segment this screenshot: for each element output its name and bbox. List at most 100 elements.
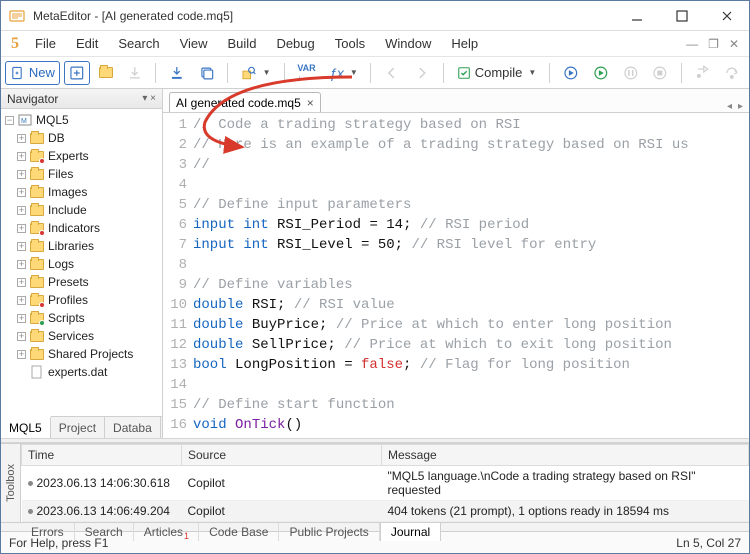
debug-stop-button[interactable] xyxy=(647,61,673,85)
save-icon xyxy=(127,65,143,81)
tree-item-label: Profiles xyxy=(48,293,88,307)
tree-item[interactable]: experts.dat xyxy=(1,363,162,381)
col-source[interactable]: Source xyxy=(182,445,382,466)
tree-item[interactable]: +Shared Projects xyxy=(1,345,162,363)
open-button[interactable] xyxy=(94,61,118,85)
tab-errors[interactable]: Errors xyxy=(21,523,75,541)
nav-tab-databa[interactable]: Databa xyxy=(105,417,161,438)
tab-codebase[interactable]: Code Base xyxy=(199,523,279,541)
download-icon xyxy=(169,65,185,81)
menu-file[interactable]: File xyxy=(25,31,66,56)
tree-item[interactable]: +Profiles xyxy=(1,291,162,309)
menu-tools[interactable]: Tools xyxy=(325,31,375,56)
tab-journal[interactable]: Journal xyxy=(380,522,441,541)
tree-item-label: Services xyxy=(48,329,94,343)
debug-pause-button[interactable] xyxy=(618,61,644,85)
step-into-button[interactable] xyxy=(690,61,716,85)
tab-search[interactable]: Search xyxy=(75,523,134,541)
chevron-down-icon: ▼ xyxy=(263,68,271,77)
close-tab-icon[interactable]: × xyxy=(307,96,314,110)
minimize-button[interactable] xyxy=(614,1,659,31)
navigator-tree[interactable]: − M MQL5 +DB+Experts+Files+Images+Includ… xyxy=(1,109,162,416)
navigator-header[interactable]: Navigator ▾ × xyxy=(1,89,162,109)
save-all-button[interactable] xyxy=(194,61,220,85)
pin-icon[interactable]: ▾ × xyxy=(142,93,156,104)
col-time[interactable]: Time xyxy=(22,445,182,466)
folder-icon xyxy=(29,275,45,289)
toolbox-vertical-tab[interactable]: Toolbox xyxy=(1,444,21,522)
tab-public[interactable]: Public Projects xyxy=(279,523,379,541)
nav-tab-project[interactable]: Project xyxy=(51,417,105,438)
save-all-icon xyxy=(199,65,215,81)
folder-icon xyxy=(29,203,45,217)
tree-item[interactable]: +Presets xyxy=(1,273,162,291)
menu-view[interactable]: View xyxy=(170,31,218,56)
file-tab-active[interactable]: AI generated code.mq5 × xyxy=(169,92,321,112)
function-button[interactable]: ƒx▼ xyxy=(324,61,362,85)
tree-item[interactable]: +Indicators xyxy=(1,219,162,237)
tree-item-label: Presets xyxy=(48,275,89,289)
download-button[interactable] xyxy=(164,61,190,85)
tree-root[interactable]: − M MQL5 xyxy=(1,111,162,129)
save-button[interactable] xyxy=(122,61,148,85)
tree-item-label: Indicators xyxy=(48,221,100,235)
mdi-restore-icon[interactable]: ❐ xyxy=(708,37,719,51)
menu-debug[interactable]: Debug xyxy=(266,31,324,56)
variables-button[interactable]: VAR↓ xyxy=(293,61,321,85)
menu-edit[interactable]: Edit xyxy=(66,31,108,56)
tree-item[interactable]: +Files xyxy=(1,165,162,183)
debug-start-history-button[interactable] xyxy=(588,61,614,85)
debug-start-real-button[interactable] xyxy=(558,61,584,85)
compile-button[interactable]: Compile ▼ xyxy=(452,61,542,85)
tree-item[interactable]: +Include xyxy=(1,201,162,219)
tabs-right-icon[interactable]: ▸ xyxy=(738,101,743,112)
nav-forward-button[interactable] xyxy=(409,61,435,85)
folder-icon xyxy=(29,347,45,361)
menubar: 5 File Edit Search View Build Debug Tool… xyxy=(1,31,749,57)
maximize-button[interactable] xyxy=(659,1,704,31)
close-button[interactable] xyxy=(704,1,749,31)
folder-icon xyxy=(29,329,45,343)
menu-search[interactable]: Search xyxy=(108,31,169,56)
tree-item-label: Logs xyxy=(48,257,74,271)
log-row[interactable]: 2023.06.13 14:06:49.204Copilot404 tokens… xyxy=(22,501,749,522)
tree-item[interactable]: +Libraries xyxy=(1,237,162,255)
mdi-close-icon[interactable]: ✕ xyxy=(729,37,739,51)
toolbox-table[interactable]: Time Source Message 2023.06.13 14:06:30.… xyxy=(21,444,749,522)
play-blue-icon xyxy=(563,65,579,81)
tree-item[interactable]: +Images xyxy=(1,183,162,201)
tree-item-label: experts.dat xyxy=(48,365,107,379)
menu-build[interactable]: Build xyxy=(218,31,267,56)
mdi-minimize-icon[interactable]: — xyxy=(686,37,698,51)
folder-icon xyxy=(29,167,45,181)
new-quick-button[interactable] xyxy=(64,61,90,85)
col-message[interactable]: Message xyxy=(382,445,749,466)
log-row[interactable]: 2023.06.13 14:06:30.618Copilot"MQL5 lang… xyxy=(22,466,749,501)
menu-window[interactable]: Window xyxy=(375,31,441,56)
toolbar: New ▼ VAR↓ ƒx▼ Compile ▼ xyxy=(1,57,749,89)
tree-item[interactable]: +Services xyxy=(1,327,162,345)
tree-item[interactable]: +Scripts xyxy=(1,309,162,327)
tree-root-label: MQL5 xyxy=(36,113,69,127)
editor-area: AI generated code.mq5 × ◂ ▸ 1234567891011… xyxy=(163,89,749,438)
tabs-left-icon[interactable]: ◂ xyxy=(727,101,732,112)
folder-icon xyxy=(29,185,45,199)
code-editor[interactable]: 12345678910111213141516 // Code a tradin… xyxy=(163,113,749,438)
folder-icon xyxy=(29,149,45,163)
new-file-button[interactable]: New xyxy=(5,61,60,85)
tab-articles[interactable]: Articles1 xyxy=(134,523,199,541)
search-tool-button[interactable]: ▼ xyxy=(236,61,275,85)
var-icon: VAR↓ xyxy=(297,63,315,83)
tree-item-label: Libraries xyxy=(48,239,94,253)
file-tabs: AI generated code.mq5 × ◂ ▸ xyxy=(163,89,749,113)
folder-icon xyxy=(29,311,45,325)
nav-tab-mql5[interactable]: MQL5 xyxy=(1,416,51,438)
nav-back-button[interactable] xyxy=(379,61,405,85)
code-text[interactable]: // Code a trading strategy based on RSI/… xyxy=(193,113,749,438)
mql5-icon: M xyxy=(18,113,32,127)
tree-item[interactable]: +DB xyxy=(1,129,162,147)
menu-help[interactable]: Help xyxy=(441,31,488,56)
step-over-button[interactable] xyxy=(719,61,745,85)
tree-item[interactable]: +Experts xyxy=(1,147,162,165)
tree-item[interactable]: +Logs xyxy=(1,255,162,273)
